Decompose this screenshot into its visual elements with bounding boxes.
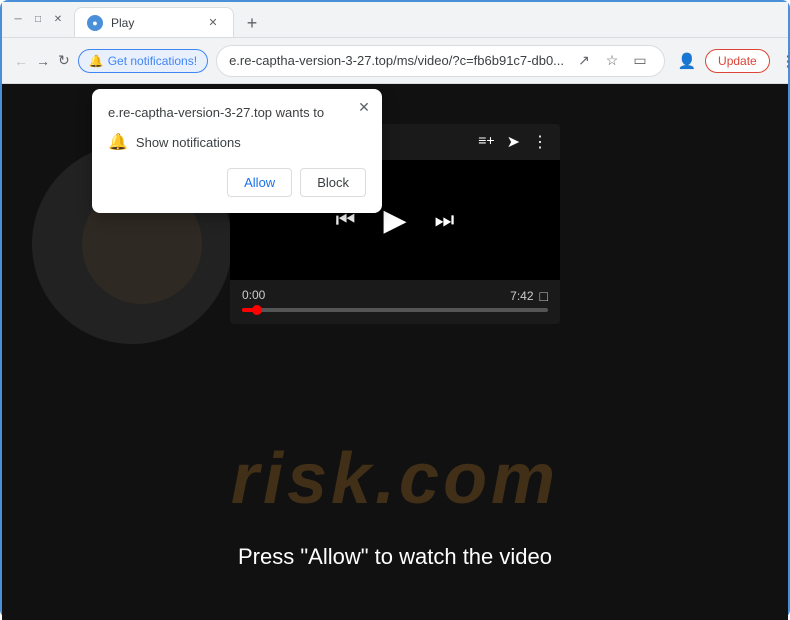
close-icon: ✕ — [358, 99, 370, 116]
url-bar[interactable]: e.re-captha-version-3-27.top/ms/video/?c… — [216, 45, 665, 77]
popup-row: 🔔 Show notifications — [108, 132, 366, 152]
cast-button[interactable]: ▭ — [628, 49, 652, 73]
watermark: risk.com — [2, 438, 788, 520]
toolbar-right: 👤 Update ⋮ — [673, 47, 790, 75]
address-bar: ← → ↻ 🔔 Get notifications! e.re-captha-v… — [2, 38, 788, 84]
share-icon: ↗ — [578, 52, 590, 69]
reload-icon: ↻ — [58, 52, 70, 69]
star-icon: ☆ — [606, 52, 619, 69]
play-button[interactable]: ▶ — [383, 203, 406, 238]
cast-icon: ▭ — [633, 52, 646, 69]
title-bar: ─ □ ✕ ● Play ✕ + — [2, 2, 788, 38]
total-time: 7:42 — [510, 289, 533, 303]
url-icons: ↗ ☆ ▭ — [572, 49, 652, 73]
skip-next-button[interactable]: ⏭ — [435, 207, 455, 233]
tab-favicon: ● — [87, 15, 103, 31]
bookmark-button[interactable]: ☆ — [600, 49, 624, 73]
time-row: 0:00 7:42 □ — [242, 288, 548, 304]
progress-dot — [252, 305, 262, 315]
back-button[interactable]: ← — [14, 47, 28, 75]
more-options-button[interactable]: ⋮ — [774, 47, 790, 75]
more-vert-icon: ⋮ — [780, 52, 790, 70]
maximize-button[interactable]: □ — [30, 12, 46, 28]
window-controls: ─ □ ✕ — [10, 12, 66, 28]
tabs-area: ● Play ✕ + — [74, 2, 780, 37]
person-icon: 👤 — [678, 52, 697, 70]
reload-button[interactable]: ↻ — [58, 47, 70, 75]
share-icon-btn[interactable]: ↗ — [572, 49, 596, 73]
new-tab-button[interactable]: + — [238, 9, 266, 37]
profile-button[interactable]: 👤 — [673, 47, 701, 75]
notification-button[interactable]: 🔔 Get notifications! — [78, 49, 208, 73]
queue-add-icon[interactable]: ≡+ — [478, 132, 494, 152]
popup-title: e.re-captha-version-3-27.top wants to — [108, 105, 366, 120]
main-content: risk.com ⌄ ≡+ ➤ ⋮ ⏮ ▶ ⏭ 0:00 7:42 □ — [2, 84, 788, 620]
popup-bell-icon: 🔔 — [108, 132, 128, 152]
close-button[interactable]: ✕ — [50, 12, 66, 28]
tab-title: Play — [111, 16, 134, 30]
forward-icon: → — [36, 53, 50, 69]
active-tab[interactable]: ● Play ✕ — [74, 7, 234, 37]
back-icon: ← — [14, 53, 28, 69]
allow-button[interactable]: Allow — [227, 168, 292, 197]
subtitle-text: Press "Allow" to watch the video — [2, 544, 788, 570]
popup-row-text: Show notifications — [136, 135, 241, 150]
fullscreen-icon[interactable]: □ — [540, 288, 548, 304]
popup-buttons: Allow Block — [108, 168, 366, 197]
minimize-button[interactable]: ─ — [10, 12, 26, 28]
video-top-right-controls: ≡+ ➤ ⋮ — [478, 132, 548, 152]
share-video-icon[interactable]: ➤ — [507, 132, 520, 152]
progress-bar[interactable] — [242, 308, 548, 312]
popup-close-button[interactable]: ✕ — [354, 97, 374, 117]
forward-button[interactable]: → — [36, 47, 50, 75]
tab-close-button[interactable]: ✕ — [205, 15, 221, 31]
bell-icon: 🔔 — [89, 54, 104, 68]
notification-button-label: Get notifications! — [108, 54, 197, 68]
more-options-icon[interactable]: ⋮ — [532, 132, 548, 152]
url-text: e.re-captha-version-3-27.top/ms/video/?c… — [229, 53, 564, 68]
video-progress: 0:00 7:42 □ — [230, 280, 560, 324]
update-button[interactable]: Update — [705, 49, 770, 73]
notification-popup: ✕ e.re-captha-version-3-27.top wants to … — [92, 89, 382, 213]
globe-icon: ● — [92, 18, 97, 28]
block-button[interactable]: Block — [300, 168, 366, 197]
current-time: 0:00 — [242, 288, 265, 304]
